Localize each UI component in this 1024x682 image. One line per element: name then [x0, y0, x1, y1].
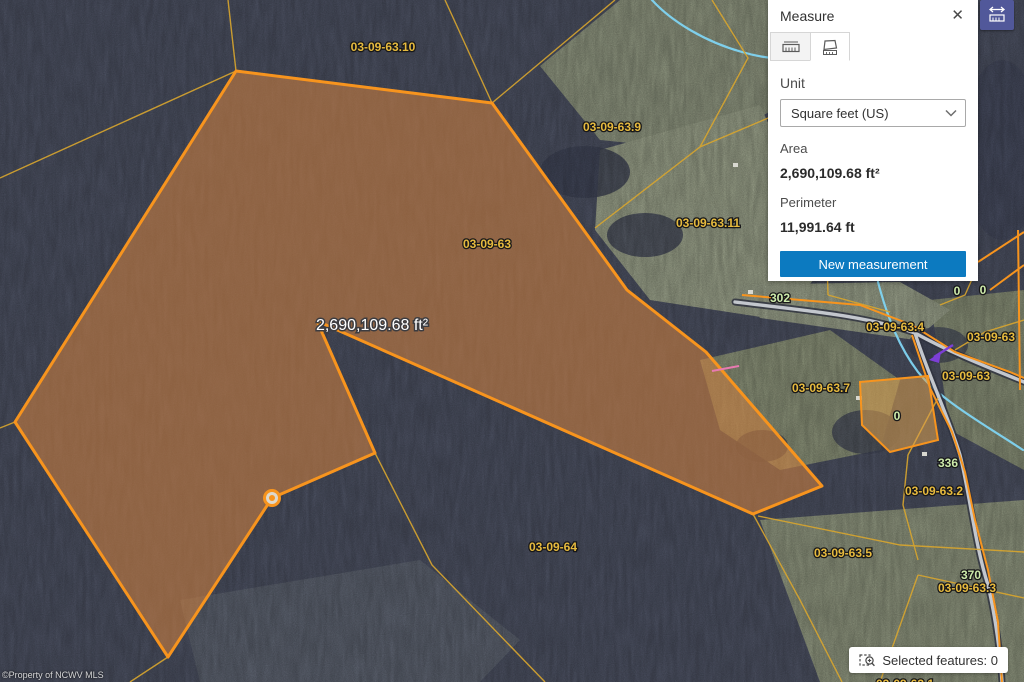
measurement-map-label: 2,690,109.68 ft² [316, 317, 429, 334]
parcel-id-label: 03-09-63.7 [792, 381, 850, 395]
parcel-id-label: 03-09-63 [463, 237, 511, 251]
area-value: 2,690,109.68 ft² [780, 165, 966, 181]
unit-label: Unit [780, 75, 966, 91]
close-icon[interactable]: ✕ [949, 6, 966, 26]
map-copyright: ©Property of NCWV MLS [2, 670, 104, 680]
ruler-distance-icon [781, 37, 801, 57]
parcel-id-label: 03-09-63.3 [938, 581, 996, 595]
address-label: 302 [770, 291, 790, 305]
measure-panel-body: Unit Square feet (US) Area 2,690,109.68 … [768, 61, 978, 277]
parcel-id-label: 03-09-63.5 [814, 546, 872, 560]
address-label: 336 [938, 456, 958, 470]
address-label: 370 [961, 568, 981, 582]
selected-features-text: Selected features: 0 [882, 653, 998, 668]
tab-measure-distance[interactable] [770, 32, 810, 61]
parcel-id-label: 03-09-63.9 [583, 120, 641, 134]
map-application: 03-09-63.1003-09-63.903-09-63.1103-09-63… [0, 0, 1024, 682]
measure-tab-bar [768, 32, 978, 61]
address-label: 0 [954, 284, 961, 298]
unit-select-value: Square feet (US) [791, 106, 889, 121]
area-label: Area [780, 141, 966, 156]
parcel-id-label: 03-09-63.10 [351, 40, 416, 54]
address-label: 0 [894, 409, 901, 423]
measurement-vertex-dot [269, 495, 275, 501]
parcel-id-label: 03-09-63.2 [905, 484, 963, 498]
parcel-id-label: 03-09-63.1 [876, 677, 934, 682]
unit-select[interactable]: Square feet (US) [780, 99, 966, 127]
measure-panel: Measure ✕ [768, 0, 978, 281]
chevron-down-icon [945, 109, 957, 117]
measure-widget-button[interactable] [980, 0, 1014, 30]
panel-title: Measure [780, 8, 834, 24]
measure-area-icon [820, 37, 840, 57]
perimeter-value: 11,991.64 ft [780, 219, 966, 235]
perimeter-label: Perimeter [780, 195, 966, 210]
parcel-id-label: 03-09-63.4 [866, 320, 924, 334]
measure-widget-icon [986, 4, 1008, 26]
parcel-id-label: 03-09-64 [529, 540, 577, 554]
parcel-id-label: 03-09-63.11 [676, 216, 740, 230]
parcel-id-label: 03-09-63 [942, 369, 990, 383]
tab-measure-area[interactable] [810, 32, 850, 61]
measure-panel-header: Measure ✕ [768, 0, 978, 28]
address-label: 0 [980, 283, 987, 297]
new-measurement-button[interactable]: New measurement [780, 251, 966, 277]
select-features-icon [859, 652, 876, 669]
selected-features-status[interactable]: Selected features: 0 [849, 647, 1008, 673]
parcel-id-label: 03-09-63 [967, 330, 1015, 344]
